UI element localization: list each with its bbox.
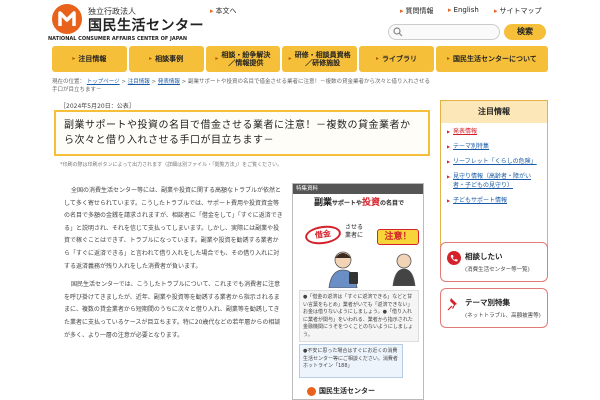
advice-box: ●「借金の返済は「すぐに返済できる」などと甘い言葉をもとめ」業者がいても「返済で… [299,290,419,342]
hotline-box: ●不安に思った場合はすぐにお近くの消費生活センター等にご相談ください。消費者ホッ… [299,344,403,378]
org-name[interactable]: 国民生活センター [88,15,204,35]
print-note: *印刷の際は印刷ボタンによって出力されます（詳細は別ファイル・「閲覧方法」）をご… [60,162,283,168]
logo-icon[interactable] [52,4,82,34]
article-paragraph: 国民生活センターでは、こうしたトラブルについて、これまでも消費者に注意を呼び掛け… [64,281,281,339]
person-illustration-icon [328,251,358,288]
figure-subtitle: させる 業者に [345,224,364,239]
consult-button[interactable]: 相談したい (消費生活センター等一覧) [440,242,548,282]
themes-button-label: テーマ別特集 [465,298,510,307]
sidebar-title: 注目情報 [441,101,547,123]
themes-button[interactable]: テーマ別特集 (ネットトラブル、高額被害等) [440,288,548,328]
publish-date: ［2024年5月20日：公表］ [60,103,135,110]
org-english-name: NATIONAL CONSUMER AFFAIRS CENTER OF JAPA… [48,36,188,42]
article-body: 全国の消費生活センター等には、副業や投資に関する高額なトラブルが依然として多く寄… [64,185,284,348]
arrow-icon: ▸ [400,7,404,15]
nav-item-featured[interactable]: ▸ 注目情報 [52,46,127,72]
consult-button-label: 相談したい [465,252,503,261]
chevron-right-icon: ▸ [72,55,76,62]
search-icon [393,27,403,37]
search-button[interactable]: 検索 [504,24,546,40]
skip-to-content-link[interactable]: ▸ 本文へ [210,6,237,16]
nav-item-consultation[interactable]: ▸ 相談・紛争解決 ／情報提供 [205,46,281,72]
breadcrumb-item[interactable]: トップページ [87,79,120,85]
chevron-right-icon: ▸ [288,55,292,62]
english-link[interactable]: ▸ English [448,6,479,14]
page-title: 副業サポートや投資の名目で借金させる業者に注意！－複数の貸金業者から次々と借り入… [64,120,411,146]
site-header: 独立行政法人 国民生活センター NATIONAL CONSUMER AFFAIR… [0,0,600,44]
themes-button-sub: (ネットトラブル、高額被害等) [465,313,541,319]
advisor-illustration-icon [392,253,416,286]
leaflet-image[interactable]: 特集資料 副業サポートや投資の名目で 借金 させる 業者に 注意！ ●「借金の返… [292,183,424,400]
arrow-icon: ▸ [210,7,214,15]
article-paragraph: 全国の消費生活センター等には、副業や投資に関する高額なトラブルが依然として多く寄… [64,187,283,270]
nav-item-training[interactable]: ▸ 研修・相談員資格 ／研修施設 [282,46,358,72]
arrow-icon: ▸ [494,7,498,15]
chevron-right-icon: ▸ [447,55,451,62]
nav-item-library[interactable]: ▸ ライブラリ [359,46,434,72]
phone-icon [447,251,461,265]
figure-footer: 国民生活センター [307,386,375,396]
breadcrumb-item[interactable]: 発表情報 [158,79,180,85]
caution-badge: 注意！ [377,229,419,245]
sidebar: 注目情報 発表情報 テーマ別特集 リーフレット「くらしの危険」 見守り情報（高齢… [440,100,548,252]
chevron-right-icon: ▸ [149,55,153,62]
sidebar-item-themes[interactable]: テーマ別特集 [447,142,541,151]
arrow-icon: ▸ [448,6,452,14]
chevron-right-icon: ▸ [375,55,379,62]
figure-title: 副業サポートや投資の名目で [313,198,405,208]
info-link[interactable]: ▸ 質問情報 [400,6,434,16]
article-title-box: 副業サポートや投資の名目で借金させる業者に注意！－複数の貸金業者から次々と借り入… [54,110,430,156]
sidebar-list: 発表情報 テーマ別特集 リーフレット「くらしの危険」 見守り情報（高齢者・障がい… [441,123,547,215]
logo-icon [307,386,316,396]
chevron-right-icon: ▸ [215,55,219,62]
breadcrumb-item[interactable]: 注目情報 [128,79,150,85]
figure-header: 特集資料 [293,184,423,194]
search-input[interactable] [388,24,500,40]
nav-item-cases[interactable]: ▸ 相談事例 [128,46,204,72]
global-nav: ▸ 注目情報 ▸ 相談事例 ▸ 相談・紛争解決 ／情報提供 ▸ 研修・相談員資格 ／研修… [52,46,548,72]
consult-button-sub: (消費生活センター等一覧) [465,267,530,273]
sidebar-item-children[interactable]: 子どもサポート情報 [447,196,541,205]
sitemap-link[interactable]: ▸ サイトマップ [494,6,542,16]
pin-icon [447,298,457,311]
sidebar-item-leaflet[interactable]: リーフレット「くらしの危険」 [447,157,541,166]
debt-stamp: 借金 [303,223,343,247]
sidebar-item-press[interactable]: 発表情報 [447,127,541,136]
nav-item-about[interactable]: ▸ 国民生活センターについて [435,46,548,72]
breadcrumb-prefix: 現在の位置： [52,79,86,85]
breadcrumb: 現在の位置： トップページ > 注目情報 > 発表情報 > 副業サポートや投資の… [52,79,431,93]
sidebar-item-watch[interactable]: 見守り情報（高齢者・障がい者・子どもの見守り） [447,172,541,190]
